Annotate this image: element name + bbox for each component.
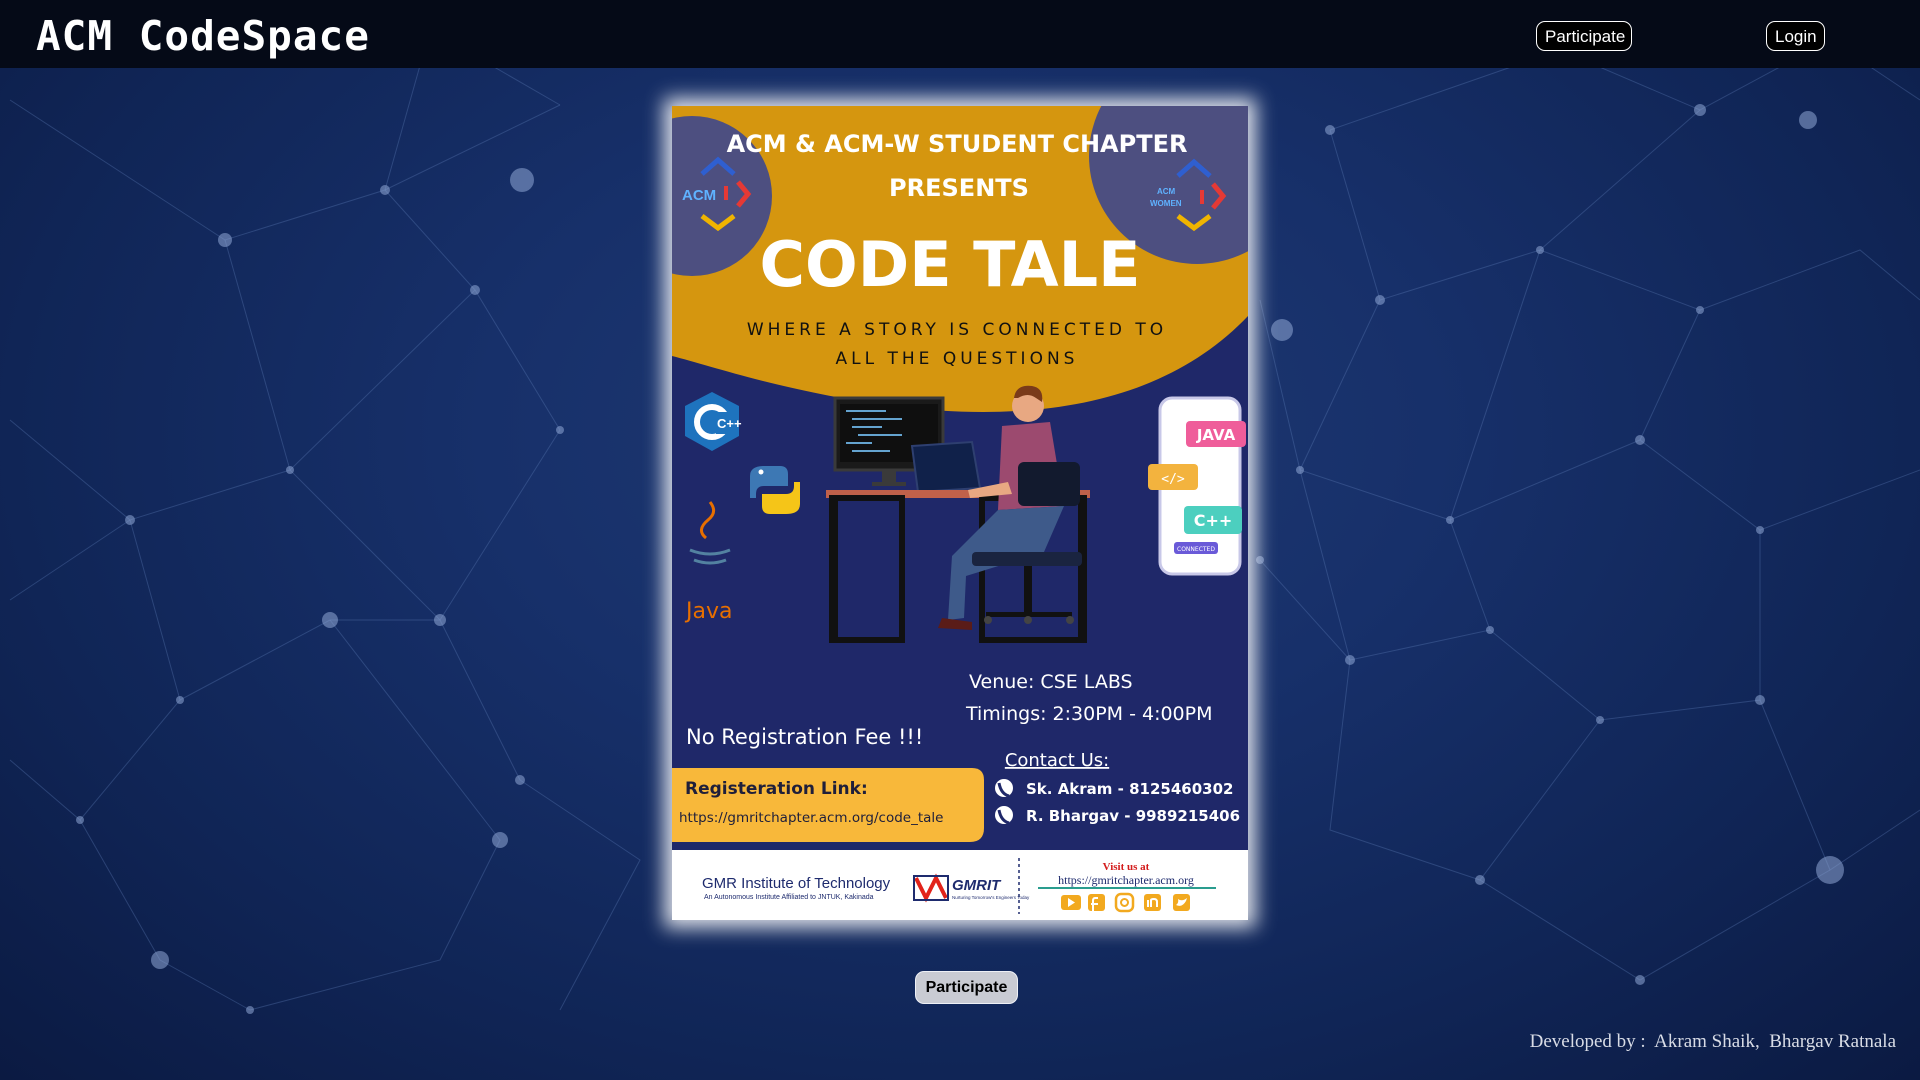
event-title: CODE TALE [760,228,1141,301]
chapter-heading: ACM & ACM-W STUDENT CHAPTER [727,130,1188,158]
youtube-icon[interactable] [1061,895,1081,910]
visit-url[interactable]: https://gmritchapter.acm.org [1058,873,1194,887]
login-button[interactable]: Login [1766,21,1825,51]
timings-text: Timings: 2:30PM - 4:00PM [965,703,1213,725]
contact-phone-icon [995,806,1013,825]
svg-text:</>: </> [1161,472,1185,487]
participate-button[interactable]: Participate [915,971,1018,1004]
svg-text:C++: C++ [717,416,742,431]
institute-name: GMR Institute of Technology [702,875,891,892]
phone-illustration: JAVA </> C++ CONNECTED [1148,396,1246,576]
svg-text:ACM: ACM [1157,187,1176,196]
registration-heading: Registeration Link: [685,779,868,799]
svg-text:ACM: ACM [682,187,716,204]
visit-label: Visit us at [1103,861,1150,873]
contact-bhargav: R. Bhargav - 9989215406 [1026,807,1240,825]
presents-text: PRESENTS [889,174,1029,202]
twitter-icon[interactable] [1173,894,1190,911]
facebook-icon[interactable] [1088,894,1105,911]
svg-text:JAVA: JAVA [1196,426,1236,444]
event-poster: ACM ACM WOMEN ACM & ACM-W STUDENT CHAPTE… [672,106,1248,920]
contact-heading: Contact Us: [1005,750,1109,771]
svg-text:GMRIT: GMRIT [952,877,1002,894]
tagline-line-1: WHERE A STORY IS CONNECTED TO [747,320,1167,340]
developer-credit: Developed by : Akram Shaik, Bhargav Ratn… [1529,1031,1896,1052]
top-navbar: ACM CodeSpace Participate Login [0,0,1920,68]
nav-participate-button[interactable]: Participate [1536,21,1632,51]
institute-subtitle: An Autonomous Institute Affiliated to JN… [704,894,874,901]
svg-text:Java: Java [684,599,732,624]
venue-text: Venue: CSE LABS [969,671,1133,693]
contact-phone-icon [995,779,1013,798]
contact-akram: Sk. Akram - 8125460302 [1026,780,1233,798]
svg-text:C++: C++ [1194,511,1233,530]
registration-fee-text: No Registration Fee !!! [686,725,923,749]
tagline-line-2: ALL THE QUESTIONS [836,349,1079,369]
svg-text:CONNECTED: CONNECTED [1177,546,1215,553]
site-logo[interactable]: ACM CodeSpace [36,12,370,60]
svg-text:WOMEN: WOMEN [1150,199,1182,208]
registration-link[interactable]: https://gmritchapter.acm.org/code_tale [679,810,943,826]
linkedin-icon[interactable] [1144,894,1161,911]
